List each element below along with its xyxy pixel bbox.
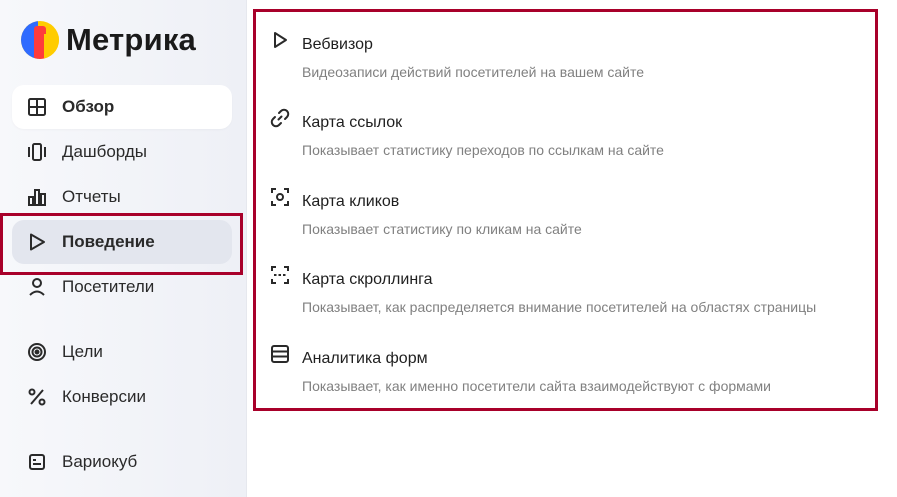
sidebar-item-overview[interactable]: Обзор [12,85,232,129]
sidebar-item-label: Цели [62,342,103,361]
sidebar-item-label: Отчеты [62,187,121,206]
sidebar-item-behavior[interactable]: Поведение [12,220,232,264]
menu-item-click-map[interactable]: Карта кликов Показывает статистику по кл… [270,177,870,237]
menu-item-link-map[interactable]: Карта ссылок Показывает статистику перех… [270,98,870,158]
sidebar-item-conversions[interactable]: Конверсии [12,375,232,419]
sidebar-item-reports[interactable]: Отчеты [12,175,232,219]
user-icon [26,276,48,298]
logo[interactable]: Метрика [20,20,196,60]
click-target-icon [270,187,292,209]
metrika-logo-icon [21,21,59,59]
link-icon [270,108,292,130]
menu-item-form-analytics[interactable]: Аналитика форм Показывает, как именно по… [270,334,870,394]
sidebar-item-label: Поведение [62,232,155,251]
menu-item-title: Вебвизор [302,36,373,53]
grid-icon [26,96,48,118]
sidebar-item-label: Обзор [62,97,115,116]
target-icon [26,341,48,363]
behavior-menu: Вебвизор Видеозаписи действий посетителе… [255,10,877,410]
menu-item-description: Показывает, как именно посетители сайта … [302,378,771,394]
menu-item-description: Показывает, как распределяется внимание … [302,299,817,315]
sidebar: Метрика Обзор Дашборды Отчеты Поведение … [0,0,247,497]
sidebar-item-goals[interactable]: Цели [12,330,232,374]
percent-icon [26,386,48,408]
play-icon [26,231,48,253]
scroll-frame-icon [270,265,292,287]
sidebar-item-label: Конверсии [62,387,146,406]
menu-item-title: Карта скроллинга [302,271,433,288]
menu-item-title: Карта кликов [302,193,400,210]
variokub-icon [26,451,48,473]
app-title: Метрика [66,22,196,57]
sidebar-item-visitors[interactable]: Посетители [12,265,232,309]
menu-item-title: Карта ссылок [302,114,403,131]
sidebar-item-label: Дашборды [62,142,147,161]
sidebar-item-variokub[interactable]: Вариокуб [12,440,232,484]
menu-item-webvisor[interactable]: Вебвизор Видеозаписи действий посетителе… [270,20,870,80]
menu-item-description: Показывает статистику по кликам на сайте [302,221,582,237]
menu-item-description: Показывает статистику переходов по ссылк… [302,142,664,158]
sidebar-item-label: Посетители [62,277,155,296]
sidebar-item-dashboards[interactable]: Дашборды [12,130,232,174]
menu-item-description: Видеозаписи действий посетителей на ваше… [302,64,645,80]
sidebar-item-label: Вариокуб [62,452,138,471]
play-icon [270,30,292,52]
bar-chart-icon [26,186,48,208]
menu-item-scroll-map[interactable]: Карта скроллинга Показывает, как распред… [270,255,870,315]
menu-item-title: Аналитика форм [302,350,428,367]
dashboards-icon [26,141,48,163]
form-icon [270,344,292,366]
